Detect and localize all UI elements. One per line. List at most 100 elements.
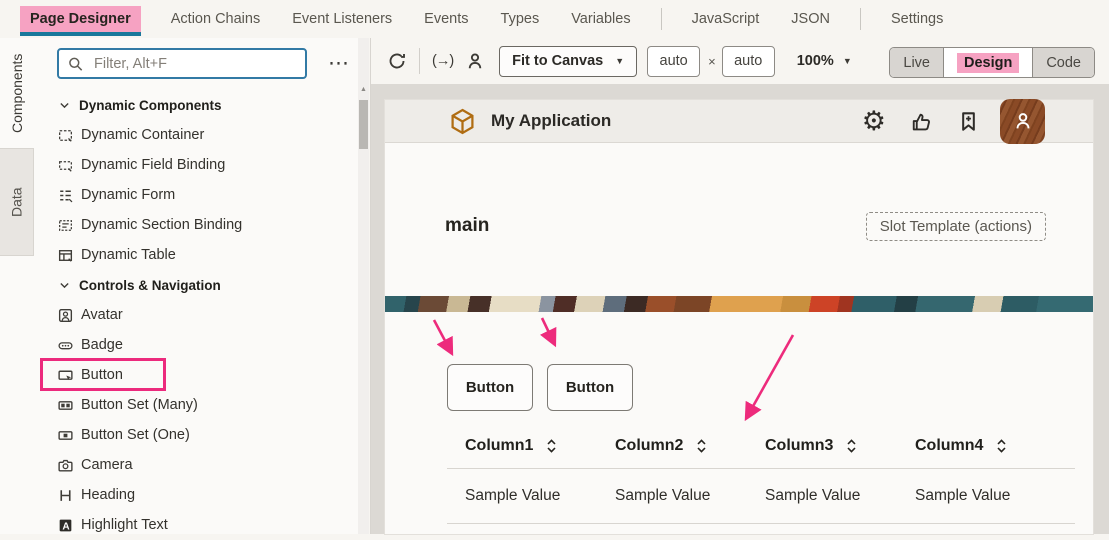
component-item-label: Badge (81, 337, 123, 353)
component-item-heading[interactable]: Heading (34, 480, 358, 510)
tab-event-listeners[interactable]: Event Listeners (290, 6, 394, 32)
filter-input[interactable] (92, 55, 297, 73)
table-cell: Sample Value (765, 487, 915, 505)
canvas-size-label: Fit to Canvas (512, 53, 603, 69)
component-item-button-set-many[interactable]: Button Set (Many) (34, 390, 358, 420)
tab-action-chains[interactable]: Action Chains (169, 6, 262, 32)
component-item-label: Button (81, 367, 123, 383)
section-title: Controls & Navigation (79, 278, 221, 293)
canvas-size-dropdown[interactable]: Fit to Canvas ▼ (499, 46, 637, 77)
canvas-width-input[interactable] (647, 46, 700, 77)
column-label: Column4 (915, 437, 983, 455)
component-item-label: Avatar (81, 307, 123, 323)
column-header-4[interactable]: Column4 (915, 437, 1065, 455)
column-header-2[interactable]: Column2 (615, 437, 765, 455)
table-cell: Sample Value (915, 487, 1065, 505)
sidebar-scrollbar[interactable]: ▲ (358, 38, 369, 534)
dynamic-form-icon (57, 187, 74, 204)
sort-icon[interactable] (995, 437, 1008, 455)
design-canvas-viewport: My Application ⚙ main Slot Template (act… (370, 84, 1109, 534)
canvas-button-1[interactable]: Button (447, 364, 533, 411)
zoom-value: 100% (797, 53, 834, 69)
left-panel-rail: Components Data (0, 38, 34, 534)
component-item-dynamic-field-binding[interactable]: Dynamic Field Binding (34, 150, 358, 180)
table-cell: Sample Value (465, 487, 615, 505)
app-header: My Application ⚙ (385, 100, 1093, 143)
preview-user-icon[interactable] (465, 51, 485, 71)
component-item-dynamic-table[interactable]: Dynamic Table (34, 240, 358, 270)
component-item-label: Heading (81, 487, 135, 503)
mode-switcher: Live Design Code (889, 47, 1095, 78)
slot-template-placeholder[interactable]: Slot Template (actions) (866, 212, 1046, 241)
thumbs-up-icon[interactable] (910, 110, 933, 133)
code-insert-icon[interactable]: (→) (432, 53, 453, 69)
annotation-arrow-to-button-1 (434, 320, 451, 352)
mode-live-button[interactable]: Live (890, 48, 943, 77)
tab-types[interactable]: Types (499, 6, 542, 32)
column-label: Column2 (615, 437, 683, 455)
table-cell: Sample Value (615, 487, 765, 505)
tab-events[interactable]: Events (422, 6, 470, 32)
component-item-button-set-one[interactable]: Button Set (One) (34, 420, 358, 450)
tab-group-divider (661, 8, 662, 30)
dimension-separator: × (708, 54, 716, 69)
component-item-label: Dynamic Section Binding (81, 217, 242, 233)
component-item-label: Dynamic Table (81, 247, 176, 263)
dynamic-container-icon (57, 127, 74, 144)
tab-group-divider (860, 8, 861, 30)
sidebar-overflow-menu-button[interactable]: ⋯ (322, 48, 356, 79)
gear-icon[interactable]: ⚙ (862, 108, 886, 135)
sort-icon[interactable] (695, 437, 708, 455)
design-canvas-page: My Application ⚙ main Slot Template (act… (385, 100, 1093, 534)
column-header-3[interactable]: Column3 (765, 437, 915, 455)
panel-tab-data[interactable]: Data (0, 148, 34, 256)
caret-down-icon: ▼ (615, 56, 624, 66)
component-list: Dynamic Components Dynamic Container Dyn… (34, 90, 358, 540)
scrollbar-thumb[interactable] (359, 100, 368, 149)
component-item-highlight-text[interactable]: Highlight Text (34, 510, 358, 540)
tab-page-designer[interactable]: Page Designer (20, 6, 141, 32)
component-item-dynamic-container[interactable]: Dynamic Container (34, 120, 358, 150)
mode-design-button[interactable]: Design (943, 48, 1033, 77)
mode-code-button[interactable]: Code (1033, 48, 1094, 77)
page-title: main (445, 215, 489, 237)
bookmark-plus-icon[interactable] (957, 110, 980, 133)
component-item-avatar[interactable]: Avatar (34, 300, 358, 330)
component-filter-field[interactable] (57, 48, 307, 79)
tab-json[interactable]: JSON (789, 6, 832, 32)
scrollbar-up-arrow[interactable]: ▲ (358, 86, 369, 93)
component-item-camera[interactable]: Camera (34, 450, 358, 480)
component-item-badge[interactable]: Badge (34, 330, 358, 360)
panel-tab-components[interactable]: Components (0, 40, 34, 146)
column-header-1[interactable]: Column1 (465, 437, 615, 455)
badge-icon (57, 337, 74, 354)
canvas-button-2[interactable]: Button (547, 364, 633, 411)
tab-variables[interactable]: Variables (569, 6, 632, 32)
component-item-button[interactable]: Button (34, 360, 358, 390)
tab-settings[interactable]: Settings (889, 6, 945, 32)
canvas-button-row: Button Button (447, 364, 633, 411)
zoom-dropdown[interactable]: 100% ▼ (797, 53, 852, 69)
component-item-label: Highlight Text (81, 517, 168, 533)
heading-icon (57, 487, 74, 504)
component-item-label: Button Set (One) (81, 427, 190, 443)
component-item-dynamic-form[interactable]: Dynamic Form (34, 180, 358, 210)
section-title: Dynamic Components (79, 98, 222, 113)
tab-javascript[interactable]: JavaScript (690, 6, 762, 32)
component-item-label: Dynamic Field Binding (81, 157, 225, 173)
sort-icon[interactable] (545, 437, 558, 455)
refresh-icon[interactable] (387, 51, 407, 71)
button-set-one-icon (57, 427, 74, 444)
sort-icon[interactable] (845, 437, 858, 455)
canvas-table: Column1 Column2 Column3 Column4 Sa (385, 424, 1093, 524)
table-row: Sample Value Sample Value Sample Value S… (385, 469, 1093, 523)
canvas-height-input[interactable] (722, 46, 775, 77)
user-avatar[interactable] (1000, 99, 1045, 144)
chevron-down-icon (58, 279, 71, 292)
component-item-dynamic-section-binding[interactable]: Dynamic Section Binding (34, 210, 358, 240)
section-dynamic-components[interactable]: Dynamic Components (34, 90, 358, 120)
section-controls-navigation[interactable]: Controls & Navigation (34, 270, 358, 300)
designer-tab-bar: Page Designer Action Chains Event Listen… (0, 0, 1109, 38)
component-item-label: Camera (81, 457, 133, 473)
button-set-many-icon (57, 397, 74, 414)
